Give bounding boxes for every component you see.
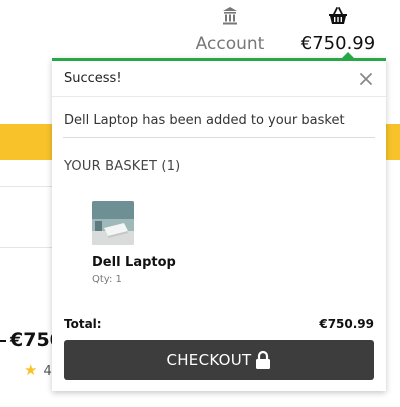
toast-arrow <box>342 52 354 58</box>
checkout-label: CHECKOUT <box>166 351 252 369</box>
divider <box>0 186 55 187</box>
item-name: Dell Laptop <box>92 255 176 270</box>
toast-message: Dell Laptop has been added to your baske… <box>64 113 345 128</box>
nav-basket[interactable]: €750.99 <box>300 6 376 54</box>
success-toast: Success! Dell Laptop has been added to y… <box>52 52 386 391</box>
basket-heading: YOUR BASKET (1) <box>64 159 181 174</box>
toast-header: Success! <box>52 61 386 97</box>
total-row: Total: €750.99 <box>64 317 374 331</box>
lock-icon <box>255 350 270 369</box>
nav-account[interactable]: Account <box>192 6 268 54</box>
shopping-basket-icon <box>329 7 347 24</box>
star-icon: ★ <box>24 361 38 379</box>
item-quantity: Qty: 1 <box>92 274 122 285</box>
page: Account €750.99 €750 ★ 4 Success! Dell L… <box>0 0 400 407</box>
checkout-button[interactable]: CHECKOUT <box>64 340 374 380</box>
rating-text: 4 <box>43 364 52 379</box>
building-icon <box>223 7 237 25</box>
total-label: Total: <box>64 317 102 331</box>
laptop-image <box>92 201 134 245</box>
background-product-rating: ★ 4 <box>24 361 52 379</box>
close-button[interactable] <box>358 71 374 87</box>
dash <box>0 339 6 342</box>
close-icon <box>360 72 372 85</box>
basket-total: €750.99 <box>300 33 376 54</box>
toast-title: Success! <box>64 71 122 86</box>
product-thumbnail <box>92 201 134 245</box>
background-product-price: €750 <box>0 329 63 351</box>
total-value: €750.99 <box>319 317 374 331</box>
basket-item[interactable]: Dell Laptop Qty: 1 <box>92 201 252 285</box>
divider <box>0 247 55 248</box>
account-label: Account <box>195 34 265 54</box>
